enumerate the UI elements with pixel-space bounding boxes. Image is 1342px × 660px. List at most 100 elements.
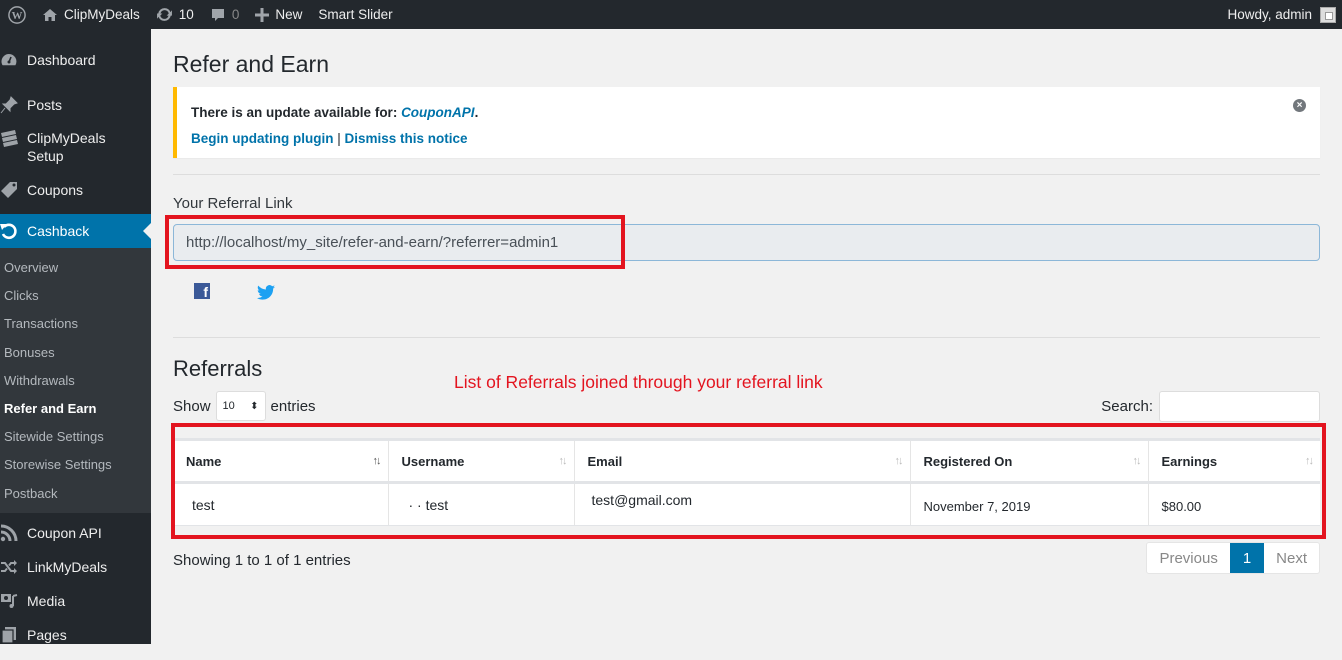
smart-slider-link[interactable]: Smart Slider xyxy=(310,0,400,29)
entries-label: entries xyxy=(270,397,316,415)
new-label: New xyxy=(275,7,303,22)
comment-icon xyxy=(210,7,226,23)
pin-icon xyxy=(0,96,27,114)
table-search: Search: xyxy=(1101,391,1320,422)
column-header-email[interactable]: Email ↑↓ xyxy=(574,439,911,484)
notice-text: There is an update available for: xyxy=(191,105,402,120)
menu-dashboard[interactable]: Dashboard xyxy=(0,49,151,94)
show-label: Show xyxy=(173,397,211,415)
column-header-earnings[interactable]: Earnings ↑↓ xyxy=(1148,439,1320,484)
tickets-icon xyxy=(0,129,27,148)
referrals-heading: Referrals xyxy=(173,356,263,381)
referral-link-field[interactable]: http://localhost/my_site/refer-and-earn/… xyxy=(173,224,1320,261)
begin-updating-link[interactable]: Begin updating plugin xyxy=(191,131,333,146)
new-content-link[interactable]: New xyxy=(247,0,310,29)
submenu-clicks[interactable]: Clicks xyxy=(0,282,151,310)
previous-button[interactable]: Previous xyxy=(1147,543,1229,573)
referrals-table: Name ↑↓ Username ↑↓ Email ↑↓ Registered On ↑… xyxy=(173,438,1320,526)
table-header-row: Name ↑↓ Username ↑↓ Email ↑↓ Registered On ↑… xyxy=(173,439,1320,484)
twitter-share-icon[interactable] xyxy=(257,283,275,301)
menu-coupon-api[interactable]: Coupon API xyxy=(0,524,151,558)
sort-icon: ↑↓ xyxy=(1132,455,1142,467)
svg-text:W: W xyxy=(12,10,23,22)
menu-label: Posts xyxy=(27,97,63,113)
menu-posts[interactable]: Posts xyxy=(0,94,151,129)
submenu-storewise-settings[interactable]: Storewise Settings xyxy=(0,451,151,479)
menu-pages[interactable]: Pages xyxy=(0,626,151,660)
site-name-link[interactable]: ClipMyDeals xyxy=(34,0,148,29)
entries-value: 10 xyxy=(222,400,235,412)
menu-coupons[interactable]: Coupons xyxy=(0,181,151,214)
close-icon[interactable]: × xyxy=(1293,99,1306,112)
menu-media[interactable]: Media xyxy=(0,592,151,626)
notice-period: . xyxy=(474,105,479,120)
divider xyxy=(173,337,1320,338)
menu-cashback[interactable]: Cashback xyxy=(0,214,151,248)
sort-icon: ↑↓ xyxy=(372,455,382,467)
facebook-share-icon[interactable]: f xyxy=(194,283,210,299)
column-header-registered-on[interactable]: Registered On ↑↓ xyxy=(910,439,1149,484)
media-icon xyxy=(0,592,27,610)
submenu-bonuses[interactable]: Bonuses xyxy=(0,339,151,367)
column-label: Registered On xyxy=(923,453,1013,469)
tag-icon xyxy=(0,181,27,199)
submenu-refer-and-earn[interactable]: Refer and Earn xyxy=(0,395,151,423)
updates-link[interactable]: 10 xyxy=(148,0,202,29)
menu-label: Cashback xyxy=(27,223,90,239)
menu-label: Pages xyxy=(27,626,67,643)
notice-separator: | xyxy=(337,131,341,146)
menu-label: Media xyxy=(27,592,66,609)
page-1-button[interactable]: 1 xyxy=(1229,543,1265,573)
home-icon xyxy=(42,7,58,23)
admin-sidebar: Dashboard Posts ClipMyDeals Setup Coupon… xyxy=(0,29,151,644)
updates-count: 10 xyxy=(178,7,194,22)
entries-length-control: Show 10 ⬍ entries xyxy=(173,391,316,421)
page-title: Refer and Earn xyxy=(173,51,329,77)
menu-label: Dashboard xyxy=(27,52,96,68)
comments-count: 0 xyxy=(231,7,240,22)
column-header-username[interactable]: Username ↑↓ xyxy=(388,439,575,484)
rss-icon xyxy=(0,524,27,542)
cell-registered-on: November 7, 2019 xyxy=(910,482,1149,526)
pages-icon xyxy=(0,626,27,644)
update-notice: There is an update available for: Coupon… xyxy=(173,87,1320,158)
annotation-text: List of Referrals joined through your re… xyxy=(454,372,823,392)
cell-earnings: $80.00 xyxy=(1148,482,1320,526)
column-header-name[interactable]: Name ↑↓ xyxy=(173,439,389,484)
menu-clipmydeals-setup[interactable]: ClipMyDeals Setup xyxy=(0,129,151,181)
admin-bar: W ClipMyDeals 10 0 New Smart Slider Howd… xyxy=(0,0,1342,29)
submenu-withdrawals[interactable]: Withdrawals xyxy=(0,367,151,395)
submenu-postback[interactable]: Postback xyxy=(0,480,151,508)
submenu-overview[interactable]: Overview xyxy=(0,254,151,282)
menu-label: Coupons xyxy=(27,182,84,198)
search-label: Search: xyxy=(1101,398,1153,415)
submenu-sitewide-settings[interactable]: Sitewide Settings xyxy=(0,423,151,451)
cell-username: · · test xyxy=(388,482,575,526)
howdy-text: Howdy, admin xyxy=(1227,7,1312,22)
submenu-transactions[interactable]: Transactions xyxy=(0,310,151,338)
entries-select[interactable]: 10 ⬍ xyxy=(215,391,266,421)
site-name: ClipMyDeals xyxy=(64,7,140,22)
next-button[interactable]: Next xyxy=(1264,543,1319,573)
column-label: Name xyxy=(186,453,222,469)
cashback-submenu: Overview Clicks Transactions Bonuses Wit… xyxy=(0,248,151,513)
sort-icon: ↑↓ xyxy=(1305,455,1314,467)
cell-name: test xyxy=(173,482,389,526)
notice-actions: Begin updating plugin | Dismiss this not… xyxy=(191,131,468,146)
updates-icon xyxy=(156,6,173,23)
dismiss-notice-link[interactable]: Dismiss this notice xyxy=(345,131,468,146)
referral-link-label: Your Referral Link xyxy=(173,195,293,212)
table-info: Showing 1 to 1 of 1 entries xyxy=(173,552,351,569)
comments-link[interactable]: 0 xyxy=(202,0,248,29)
sort-icon: ↑↓ xyxy=(558,455,568,467)
menu-linkmydeals[interactable]: LinkMyDeals xyxy=(0,558,151,592)
plugin-link[interactable]: CouponAPI xyxy=(401,105,475,120)
divider xyxy=(173,174,1320,175)
plus-icon xyxy=(255,7,270,22)
wordpress-logo[interactable]: W xyxy=(0,0,34,29)
dashboard-icon xyxy=(0,51,27,69)
search-input[interactable] xyxy=(1159,391,1320,422)
my-account-link[interactable]: Howdy, admin xyxy=(1219,0,1336,29)
table-row: test · · test test@gmail.com November 7,… xyxy=(173,482,1320,526)
wordpress-icon: W xyxy=(8,5,26,24)
